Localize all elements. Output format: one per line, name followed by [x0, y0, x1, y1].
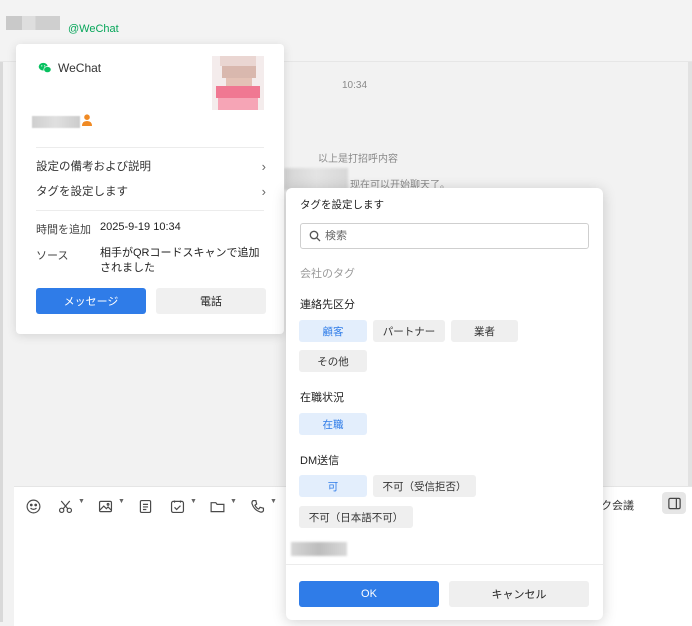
- ok-button[interactable]: OK: [299, 581, 439, 607]
- chevron-down-icon[interactable]: ▼: [78, 498, 85, 505]
- contact-name-blurred: [6, 16, 60, 30]
- person-icon: [82, 114, 92, 126]
- source-app-label: WeChat: [58, 61, 102, 75]
- left-edge: [0, 62, 3, 622]
- tag-chip-employed[interactable]: 在職: [299, 413, 367, 435]
- phone-icon[interactable]: [246, 495, 268, 517]
- chevron-down-icon[interactable]: ▼: [190, 498, 197, 505]
- wechat-account-tag: @WeChat: [68, 23, 119, 35]
- blurred-content: [291, 542, 347, 556]
- chevron-down-icon[interactable]: ▼: [230, 498, 237, 505]
- cancel-button[interactable]: キャンセル: [449, 581, 589, 607]
- sidebar-toggle-icon[interactable]: [662, 492, 686, 514]
- search-icon: [309, 230, 321, 242]
- wechat-icon: [38, 62, 52, 73]
- source-value-line1: 相手がQRコードスキャンで追加: [100, 247, 260, 259]
- divider: [286, 564, 603, 565]
- tag-chip-partner[interactable]: パートナー: [373, 320, 445, 342]
- folder-icon[interactable]: [206, 495, 228, 517]
- document-icon[interactable]: [134, 495, 156, 517]
- menu-item-label: タグを設定します: [36, 186, 128, 198]
- tag-settings-dialog: タグを設定します 会社のタグ 連絡先区分 顧客 パートナー 業者 その他 在職状…: [286, 188, 603, 620]
- divider: [36, 147, 264, 148]
- contact-profile-card: WeChat 設定の備考および説明 › タグを設定します › 時間を追加 202…: [16, 44, 284, 334]
- tag-chip-customer[interactable]: 顧客: [299, 320, 367, 342]
- system-message: 以上是打招呼内容: [318, 154, 398, 165]
- tag-group-title: 在職状況: [300, 392, 344, 404]
- source-app: WeChat: [38, 61, 101, 75]
- added-time-value: 2025-9-19 10:34: [100, 221, 181, 233]
- tag-chip-dm-allowed[interactable]: 可: [299, 475, 367, 497]
- tag-chip-dm-no-japanese[interactable]: 不可（日本語不可）: [299, 506, 413, 528]
- contact-name-blurred: [32, 116, 80, 128]
- chevron-down-icon[interactable]: ▼: [118, 498, 125, 505]
- tag-chip-vendor[interactable]: 業者: [451, 320, 518, 342]
- source-label: ソース: [36, 250, 69, 262]
- menu-item-label: 設定の備考および説明: [36, 161, 151, 173]
- scissors-icon[interactable]: [54, 495, 76, 517]
- sender-blurred: [284, 168, 348, 190]
- dialog-title: タグを設定します: [300, 199, 384, 211]
- source-value-line2: されました: [100, 262, 155, 274]
- checkbox-icon[interactable]: [166, 495, 188, 517]
- remarks-description-item[interactable]: 設定の備考および説明 ›: [36, 158, 266, 174]
- tag-search-input[interactable]: [325, 230, 575, 242]
- image-icon[interactable]: [94, 495, 116, 517]
- tag-group-title: DM送信: [300, 455, 340, 467]
- tag-search-box[interactable]: [300, 223, 589, 249]
- chevron-down-icon[interactable]: ▼: [270, 498, 277, 505]
- avatar[interactable]: [212, 56, 264, 110]
- company-tags-label: 会社のタグ: [300, 268, 355, 280]
- tag-group-title: 連絡先区分: [300, 299, 355, 311]
- set-tags-item[interactable]: タグを設定します ›: [36, 183, 266, 199]
- send-message-button[interactable]: メッセージ: [36, 288, 146, 314]
- tag-chip-dm-refused[interactable]: 不可（受信拒否）: [373, 475, 476, 497]
- added-time-label: 時間を追加: [36, 224, 91, 236]
- call-button[interactable]: 電話: [156, 288, 266, 314]
- chevron-right-icon: ›: [261, 183, 266, 199]
- chevron-right-icon: ›: [261, 158, 266, 174]
- tag-chip-other[interactable]: その他: [299, 350, 367, 372]
- emoji-icon[interactable]: [22, 495, 44, 517]
- divider: [36, 210, 264, 211]
- chat-timestamp: 10:34: [342, 80, 368, 91]
